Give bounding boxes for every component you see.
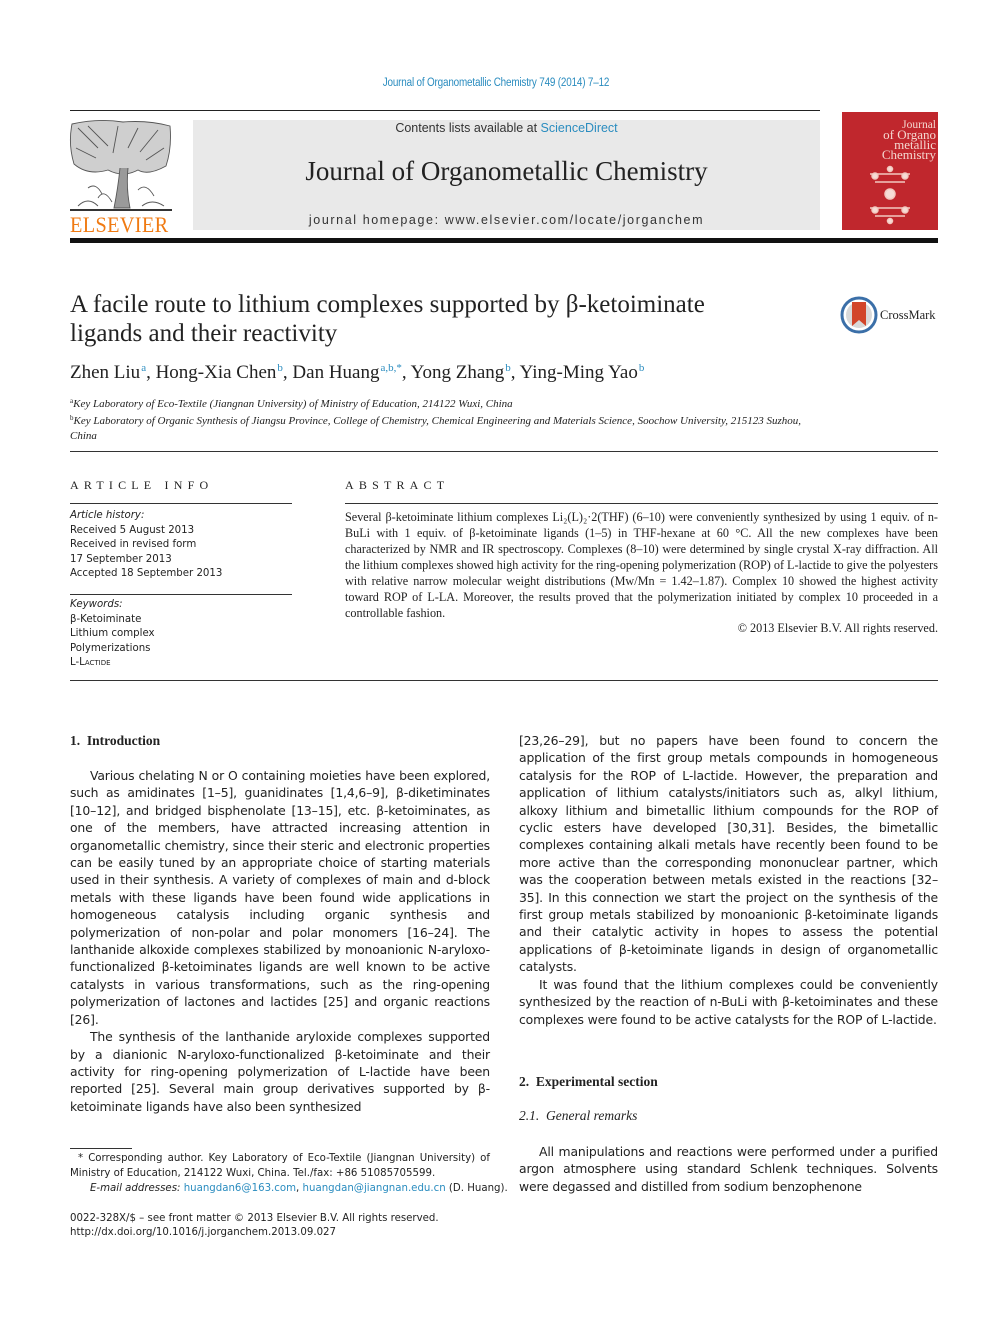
keyword-item: Polymerizations [70, 642, 151, 654]
homepage-prefix: journal homepage: [308, 213, 445, 227]
paragraph: Various chelating N or O containing moie… [70, 768, 490, 1027]
keywords-label: Keywords: [70, 599, 123, 610]
doi-link[interactable]: http://dx.doi.org/10.1016/j.jorganchem.2… [70, 1225, 336, 1240]
article-history: Article history: Received 5 August 2013 … [70, 509, 292, 582]
contents-line: Contents lists available at ScienceDirec… [193, 121, 820, 135]
email-link[interactable]: huangdan6@163.com [184, 1183, 296, 1194]
issn-line: 0022-328X/$ – see front matter © 2013 El… [70, 1213, 439, 1224]
journal-citation-link[interactable]: Journal of Organometallic Chemistry 749 … [63, 77, 930, 89]
abstract-copyright: © 2013 Elsevier B.V. All rights reserved… [737, 621, 938, 635]
affiliation-a: aKey Laboratory of Eco-Textile (Jiangnan… [70, 394, 830, 411]
paragraph: The synthesis of the lanthanide aryloxid… [70, 1029, 490, 1114]
section-heading-experimental: 2. Experimental section [519, 1074, 658, 1089]
author-name[interactable]: Hong-Xia Chen [156, 362, 277, 383]
author-affil-mark[interactable]: a [141, 362, 146, 374]
header-rule [70, 110, 820, 111]
journal-homepage: journal homepage: www.elsevier.com/locat… [193, 213, 820, 227]
author-name[interactable]: Dan Huang [292, 362, 379, 383]
email-footnote: E-mail addresses: huangdan6@163.com, hua… [90, 1183, 508, 1194]
keywords: Keywords: β-Ketoiminate Lithium complex … [70, 598, 292, 671]
author-affil-mark[interactable]: a,b,* [380, 362, 401, 374]
article-info-rule [70, 503, 292, 504]
corresponding-author-footnote: * Corresponding author. Key Laboratory o… [70, 1153, 490, 1179]
body-column-right: [23,26–29], but no papers have been foun… [519, 732, 938, 1028]
crossmark-label: CrossMark [880, 308, 936, 322]
journal-name: Journal of Organometallic Chemistry [305, 156, 708, 186]
author-affil-mark[interactable]: b [277, 362, 283, 374]
paragraph: It was found that the lithium complexes … [519, 976, 938, 1027]
cover-title-line: Chemistry [881, 147, 936, 162]
author-name[interactable]: Yong Zhang [411, 362, 505, 383]
email-suffix: (D. Huang). [445, 1183, 508, 1194]
crossmark-icon [840, 296, 878, 334]
paragraph: All manipulations and reactions were per… [519, 1144, 938, 1194]
article-title: A facile route to lithium complexes supp… [70, 290, 810, 348]
footnote-separator [70, 1148, 132, 1149]
affil-text: Key Laboratory of Organic Synthesis of J… [70, 415, 802, 442]
abstract-text: Several β-ketoiminate lithium complexes … [345, 510, 938, 620]
keywords-rule [70, 594, 292, 595]
elsevier-wordmark: ELSEVIER [70, 212, 169, 237]
author-name[interactable]: Ying-Ming Yao [520, 362, 638, 383]
author-list: Zhen Liua, Hong-Xia Chenb, Dan Huanga,b,… [70, 362, 645, 383]
article-title-line: A facile route to lithium complexes supp… [70, 291, 705, 318]
homepage-url-link[interactable]: www.elsevier.com/locate/jorganchem [445, 213, 704, 227]
history-label: Article history: [70, 510, 145, 521]
history-item: Received 5 August 2013 [70, 524, 195, 536]
molecule-graphic-icon [870, 165, 910, 225]
sciencedirect-link[interactable]: ScienceDirect [541, 121, 618, 135]
author-name[interactable]: Zhen Liu [70, 362, 140, 383]
keyword-item: L-Lactide [70, 657, 111, 668]
section-heading-introduction: 1. Introduction [70, 733, 161, 748]
affiliations: aKey Laboratory of Eco-Textile (Jiangnan… [70, 394, 830, 443]
affil-text: Key Laboratory of Eco-Textile (Jiangnan … [73, 398, 513, 410]
email-link[interactable]: huangdan@jiangnan.edu.cn [303, 1183, 446, 1194]
subsection-heading-general-remarks: 2.1. General remarks [519, 1108, 638, 1123]
paragraph: [23,26–29], but no papers have been foun… [519, 733, 938, 975]
keyword-item: β-Ketoiminate [70, 613, 142, 625]
history-item: 17 September 2013 [70, 553, 172, 565]
article-title-line: ligands and their reactivity [70, 320, 338, 347]
title-divider [70, 451, 938, 452]
history-item: Accepted 18 September 2013 [70, 568, 223, 579]
contents-prefix: Contents lists available at [395, 121, 541, 135]
article-info-heading: ARTICLE INFO [70, 478, 214, 492]
keyword-item: Lithium complex [70, 628, 155, 639]
body-column-right-lower: All manipulations and reactions were per… [519, 1143, 938, 1195]
body-column-left: Various chelating N or O containing moie… [70, 767, 490, 1115]
abstract-bottom-rule [70, 680, 938, 681]
abstract-heading: ABSTRACT [345, 478, 450, 492]
history-item: Received in revised form [70, 539, 197, 550]
masthead-thick-rule [70, 238, 938, 243]
author-affil-mark[interactable]: b [505, 362, 511, 374]
abstract-rule [345, 503, 938, 504]
crossmark-button[interactable]: CrossMark [840, 296, 940, 336]
cover-title: Journal of Organo metallic Chemistry [854, 119, 936, 162]
author-affil-mark[interactable]: b [639, 362, 645, 374]
journal-cover-image: Journal of Organo metallic Chemistry [842, 112, 938, 230]
affiliation-b: bKey Laboratory of Organic Synthesis of … [70, 411, 830, 443]
email-label: E-mail addresses: [90, 1183, 184, 1194]
